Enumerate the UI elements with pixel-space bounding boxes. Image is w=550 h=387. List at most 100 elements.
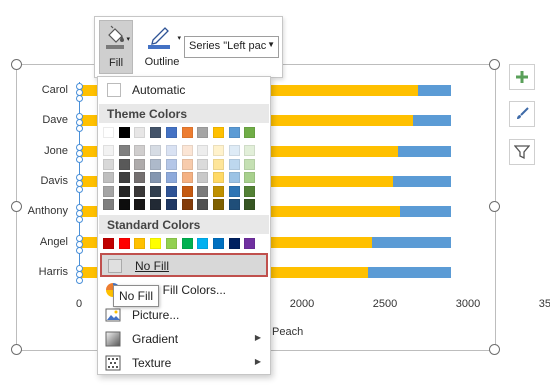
theme-shade-swatch[interactable] [103,145,114,156]
resize-handle-top-left[interactable] [11,59,22,70]
bar-segment[interactable] [393,175,452,187]
bar-segment[interactable] [413,115,452,127]
theme-shade-swatch[interactable] [118,145,130,156]
theme-shade-swatch[interactable] [118,185,130,197]
theme-shade-swatch[interactable] [228,158,240,170]
theme-shade-swatch[interactable] [181,185,193,197]
theme-shade-swatch[interactable] [244,145,256,156]
chart-element-select[interactable]: Series "Left pac ▼ [184,36,279,58]
theme-shade-swatch[interactable] [134,185,146,197]
standard-color-swatch[interactable] [103,238,114,249]
resize-handle-bottom-right[interactable] [489,344,500,355]
standard-color-swatch[interactable] [181,238,193,249]
theme-shade-swatch[interactable] [165,145,177,156]
theme-shade-swatch[interactable] [244,185,256,197]
theme-shade-swatch[interactable] [103,158,114,170]
theme-shade-swatch[interactable] [197,145,209,156]
theme-shade-swatch[interactable] [244,199,256,210]
resize-handle-bottom-left[interactable] [11,344,22,355]
theme-shade-swatch[interactable] [134,158,146,170]
theme-shade-swatch[interactable] [212,172,224,183]
bar-segment[interactable] [418,85,452,96]
automatic-option[interactable]: Automatic [99,79,269,101]
theme-shade-swatch[interactable] [150,185,162,197]
theme-shade-swatch[interactable] [212,199,224,210]
theme-shade-swatch[interactable] [103,185,114,197]
standard-color-swatch[interactable] [212,238,224,249]
theme-shade-swatch[interactable] [150,145,162,156]
theme-shade-swatch[interactable] [212,145,224,156]
theme-color-swatch[interactable] [150,127,162,138]
theme-shade-swatch[interactable] [228,199,240,210]
theme-shade-swatch[interactable] [197,172,209,183]
bar-segment[interactable] [398,145,452,157]
theme-color-swatch[interactable] [165,127,177,138]
theme-shade-swatch[interactable] [118,199,130,210]
theme-color-swatch[interactable] [212,127,224,138]
theme-shade-swatch[interactable] [228,185,240,197]
theme-shade-swatch[interactable] [197,185,209,197]
theme-shade-swatch[interactable] [212,185,224,197]
theme-shade-swatch[interactable] [150,172,162,183]
resize-handle-middle-right[interactable] [489,201,500,212]
theme-color-swatch[interactable] [103,127,114,138]
theme-shade-swatch[interactable] [228,172,240,183]
theme-shade-swatch[interactable] [134,145,146,156]
theme-shade-swatch[interactable] [181,199,193,210]
selection-marker[interactable] [76,246,83,254]
outline-button[interactable]: ▾ Outline [141,20,183,74]
theme-color-swatch[interactable] [244,127,256,138]
selection-marker[interactable] [76,95,83,102]
standard-color-swatch[interactable] [134,238,146,249]
theme-shade-swatch[interactable] [181,145,193,156]
standard-color-swatch[interactable] [244,238,256,249]
theme-shade-swatch[interactable] [244,172,256,183]
plus-icon [516,71,528,83]
theme-color-swatch[interactable] [197,127,209,138]
theme-shade-swatch[interactable] [228,145,240,156]
theme-shade-swatch[interactable] [197,158,209,170]
pen-icon [148,27,170,49]
theme-shade-swatch[interactable] [118,172,130,183]
theme-shade-swatch[interactable] [197,199,209,210]
theme-shade-swatch[interactable] [103,199,114,210]
theme-color-swatch[interactable] [228,127,240,138]
no-fill-option[interactable]: No Fill [100,253,268,277]
theme-shade-swatch[interactable] [165,172,177,183]
bar-segment[interactable] [371,236,452,248]
selection-marker[interactable] [76,185,83,193]
theme-color-swatch[interactable] [134,127,146,138]
standard-color-swatch[interactable] [118,238,130,249]
theme-shade-swatch[interactable] [212,158,224,170]
picture-option[interactable]: Picture... [99,304,269,326]
theme-shade-swatch[interactable] [150,199,162,210]
chart-styles-button[interactable] [509,101,535,127]
selection-marker[interactable] [76,155,83,163]
bar-segment[interactable] [399,206,452,218]
theme-shade-swatch[interactable] [118,158,130,170]
theme-color-swatch[interactable] [118,127,130,138]
standard-color-swatch[interactable] [150,238,162,249]
theme-shade-swatch[interactable] [244,158,256,170]
theme-shade-swatch[interactable] [165,158,177,170]
texture-option[interactable]: Texture ▶ [99,352,269,374]
theme-shade-swatch[interactable] [181,158,193,170]
theme-shade-swatch[interactable] [181,172,193,183]
chart-elements-button[interactable] [509,64,535,90]
theme-shade-swatch[interactable] [134,172,146,183]
standard-color-swatch[interactable] [228,238,240,249]
theme-color-swatch[interactable] [181,127,193,138]
theme-shade-swatch[interactable] [103,172,114,183]
fill-button[interactable]: ▾ Fill [99,20,133,74]
theme-shade-swatch[interactable] [150,158,162,170]
standard-color-swatch[interactable] [197,238,209,249]
selection-marker[interactable] [76,276,83,284]
resize-handle-top-right[interactable] [489,59,500,70]
theme-shade-swatch[interactable] [165,199,177,210]
standard-color-swatch[interactable] [165,238,177,249]
chart-filters-button[interactable] [509,139,535,165]
gradient-option[interactable]: Gradient ▶ [99,328,269,350]
theme-shade-swatch[interactable] [165,185,177,197]
bar-segment[interactable] [368,266,452,278]
theme-shade-swatch[interactable] [134,199,146,210]
